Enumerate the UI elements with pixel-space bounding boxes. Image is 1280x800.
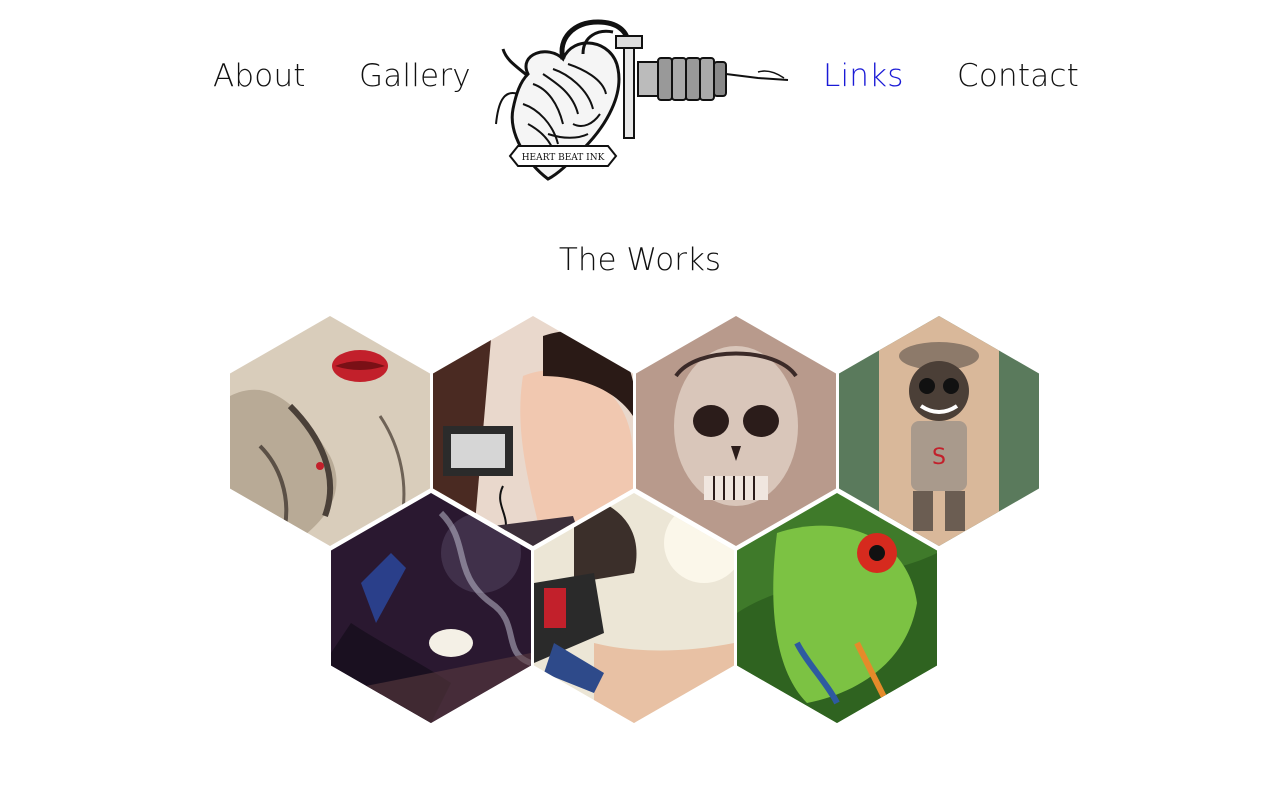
nav-contact[interactable]: Contact <box>957 56 1079 96</box>
section-title: The Works <box>558 242 722 278</box>
heart-beat-ink-logo[interactable]: HEART BEAT INK <box>488 14 794 190</box>
logo-banner-text: HEART BEAT INK <box>522 153 605 163</box>
nav-about[interactable]: About <box>213 56 306 96</box>
nav-gallery[interactable]: Gallery <box>359 56 471 96</box>
svg-text:S: S <box>932 445 946 470</box>
nav-links[interactable]: Links <box>823 56 904 96</box>
heart-tattoo-machine-logo-icon: HEART BEAT INK <box>495 19 789 181</box>
